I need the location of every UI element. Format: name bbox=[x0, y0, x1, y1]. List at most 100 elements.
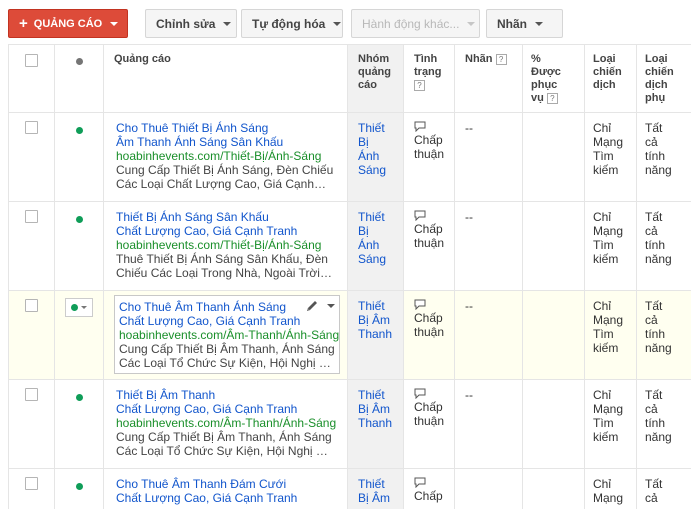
table-row[interactable]: Thiết Bị Ánh Sáng Sân Khấu Chất Lượng Ca… bbox=[8, 202, 691, 291]
ad-headline-2[interactable]: Âm Thanh Ánh Sáng Sân Khấu bbox=[116, 135, 343, 149]
header-campaign-type[interactable]: Loại chiến dịch bbox=[585, 44, 637, 113]
row-labels: -- bbox=[455, 380, 523, 468]
status-dot-icon[interactable] bbox=[75, 216, 83, 223]
ad-headline-2[interactable]: Chất Lượng Cao, Giá Cạnh Tranh bbox=[116, 224, 343, 238]
add-ad-button[interactable]: + QUẢNG CÁO bbox=[8, 9, 128, 38]
ad-headline-2[interactable]: Chất Lượng Cao, Giá Cạnh Tranh bbox=[119, 314, 339, 328]
percent-served-cell bbox=[523, 380, 585, 468]
table-row[interactable]: Thiết Bị Âm Thanh Chất Lượng Cao, Giá Cạ… bbox=[8, 380, 691, 469]
ad-description-1: Cung Cấp Thiết Bị Ánh Sáng, Đèn Chiếu bbox=[116, 163, 334, 177]
automate-label: Tự động hóa bbox=[252, 16, 326, 31]
header-status-line: trạng bbox=[414, 66, 442, 78]
ad-description-1: Cung Cấp Thiết Bị Âm Thanh, Ánh Sáng bbox=[116, 430, 332, 444]
header-ad-group[interactable]: Nhóm quảng cáo bbox=[348, 44, 404, 113]
header-status-dot bbox=[55, 44, 104, 113]
approval-status[interactable]: Chấp bbox=[404, 469, 455, 509]
header-subtype-line: phụ bbox=[645, 92, 666, 104]
ad-display-url: hoabinhevents.com/Thiết-Bị/Ánh-Sáng bbox=[116, 149, 322, 163]
plus-icon: + bbox=[19, 15, 28, 32]
header-labels-label: Nhãn bbox=[465, 53, 493, 65]
status-dropdown[interactable] bbox=[65, 298, 93, 317]
ad-headline[interactable]: Thiết Bị Âm Thanh bbox=[116, 388, 343, 402]
row-checkbox[interactable] bbox=[25, 210, 38, 223]
ad-headline[interactable]: Cho Thuê Thiết Bị Ánh Sáng bbox=[116, 121, 343, 135]
speech-bubble-icon[interactable] bbox=[414, 210, 426, 221]
speech-bubble-icon[interactable] bbox=[414, 477, 426, 488]
percent-served-cell bbox=[523, 469, 585, 509]
ad-edit-box[interactable]: Cho Thuê Âm Thanh Ánh Sáng Chất Lượng Ca… bbox=[114, 295, 340, 374]
add-ad-label: QUẢNG CÁO bbox=[33, 17, 103, 30]
ad-group-link[interactable]: Thiết Bị Âm bbox=[348, 469, 404, 509]
header-subtype-line: dịch bbox=[645, 79, 668, 91]
select-all-checkbox[interactable] bbox=[25, 54, 38, 67]
header-percent-line: vụ bbox=[531, 92, 544, 104]
status-dot-icon[interactable] bbox=[75, 127, 83, 134]
ad-text-editable: Cho Thuê Âm Thanh Ánh Sáng Chất Lượng Ca… bbox=[104, 291, 348, 379]
header-type-line: dịch bbox=[593, 79, 616, 91]
ad-description-1: Cung Cấp Thiết Bị Âm Thanh, Ánh Sáng bbox=[119, 342, 335, 356]
header-campaign-subtype[interactable]: Loại chiến dịch phụ bbox=[637, 44, 691, 113]
header-subtype-line: Loại bbox=[645, 53, 668, 65]
campaign-subtype-cell: Tất cả tính năng bbox=[645, 210, 672, 266]
campaign-type-cell: Chỉ Mạng Tìm kiếm bbox=[585, 380, 637, 468]
percent-served-cell bbox=[523, 291, 585, 379]
ad-headline-2[interactable]: Chất Lượng Cao, Giá Cạnh Tranh bbox=[116, 491, 343, 505]
ad-text: Cho Thuê Thiết Bị Ánh Sáng Âm Thanh Ánh … bbox=[104, 113, 348, 201]
row-labels: -- bbox=[455, 113, 523, 201]
ad-display-url: hoabinhevents.com/Âm-Thanh/Ánh-Sáng bbox=[116, 416, 337, 430]
header-status[interactable]: Tình trạng ? bbox=[404, 44, 455, 113]
ad-headline[interactable]: Cho Thuê Âm Thanh Đám Cưới bbox=[116, 477, 343, 491]
pencil-icon[interactable] bbox=[305, 299, 319, 313]
status-dot-icon[interactable] bbox=[75, 483, 83, 490]
campaign-subtype-cell: Tất cả tính năng bbox=[645, 299, 672, 355]
row-labels bbox=[455, 469, 523, 509]
ad-headline[interactable]: Thiết Bị Ánh Sáng Sân Khấu bbox=[116, 210, 343, 224]
approval-status[interactable]: Chấp thuận bbox=[404, 380, 455, 468]
header-percent-served[interactable]: % Được phục vụ ? bbox=[523, 44, 585, 113]
ad-group-link[interactable]: Thiết Bị Âm Thanh bbox=[348, 291, 404, 379]
edit-button[interactable]: Chỉnh sửa bbox=[145, 9, 237, 38]
more-actions-button[interactable]: Hành động khác... bbox=[351, 9, 480, 38]
speech-bubble-icon[interactable] bbox=[414, 299, 426, 310]
row-checkbox[interactable] bbox=[25, 121, 38, 134]
ad-text: Thiết Bị Ánh Sáng Sân Khấu Chất Lượng Ca… bbox=[104, 202, 348, 290]
header-percent-line: Được bbox=[531, 66, 561, 78]
approval-status[interactable]: Chấp thuận bbox=[404, 202, 455, 290]
table-row[interactable]: Cho Thuê Âm Thanh Đám Cưới Chất Lượng Ca… bbox=[8, 469, 691, 509]
percent-served-cell bbox=[523, 113, 585, 201]
header-labels[interactable]: Nhãn ? bbox=[455, 44, 523, 113]
ad-description-2: Chiếu Các Loại Trong Nhà, Ngoài Trời… bbox=[116, 266, 332, 280]
help-icon[interactable]: ? bbox=[414, 79, 425, 91]
ad-description-2: Các Loại Tổ Chức Sự Kiện, Hội Nghị … bbox=[119, 356, 331, 370]
row-labels: -- bbox=[455, 291, 523, 379]
speech-bubble-icon[interactable] bbox=[414, 121, 426, 132]
approval-status[interactable]: Chấp thuận bbox=[404, 113, 455, 201]
labels-button[interactable]: Nhãn bbox=[486, 9, 563, 38]
help-icon[interactable]: ? bbox=[546, 92, 558, 104]
table-row[interactable]: Cho Thuê Thiết Bị Ánh Sáng Âm Thanh Ánh … bbox=[8, 113, 691, 202]
caret-down-icon bbox=[333, 21, 342, 26]
header-ad[interactable]: Quảng cáo bbox=[104, 44, 348, 113]
automate-button[interactable]: Tự động hóa bbox=[241, 9, 343, 38]
edit-label: Chỉnh sửa bbox=[156, 16, 216, 31]
caret-down-icon bbox=[467, 21, 476, 26]
table-row-hovered[interactable]: Cho Thuê Âm Thanh Ánh Sáng Chất Lượng Ca… bbox=[8, 291, 691, 380]
campaign-type-cell: Chỉ Mạng Tìm kiếm bbox=[585, 291, 637, 379]
ad-group-link[interactable]: Thiết Bị Âm Thanh bbox=[348, 380, 404, 468]
row-checkbox[interactable] bbox=[25, 477, 38, 490]
ad-group-link[interactable]: Thiết Bị Ánh Sáng bbox=[348, 113, 404, 201]
status-dot-icon[interactable] bbox=[75, 58, 83, 65]
status-dot-icon[interactable] bbox=[75, 394, 83, 401]
help-icon[interactable]: ? bbox=[495, 53, 507, 65]
row-checkbox[interactable] bbox=[25, 388, 38, 401]
header-type-line: chiến bbox=[593, 66, 622, 78]
caret-down-icon[interactable] bbox=[327, 304, 335, 308]
header-subtype-line: chiến bbox=[645, 66, 674, 78]
ad-group-link[interactable]: Thiết Bị Ánh Sáng bbox=[348, 202, 404, 290]
ad-description-1: Thuê Thiết Bị Ánh Sáng Sân Khấu, Đèn bbox=[116, 252, 328, 266]
header-type-line: Loại bbox=[593, 53, 616, 65]
ad-headline-2[interactable]: Chất Lượng Cao, Giá Cạnh Tranh bbox=[116, 402, 343, 416]
speech-bubble-icon[interactable] bbox=[414, 388, 426, 399]
approval-status[interactable]: Chấp thuận bbox=[404, 291, 455, 379]
row-checkbox[interactable] bbox=[25, 299, 38, 312]
